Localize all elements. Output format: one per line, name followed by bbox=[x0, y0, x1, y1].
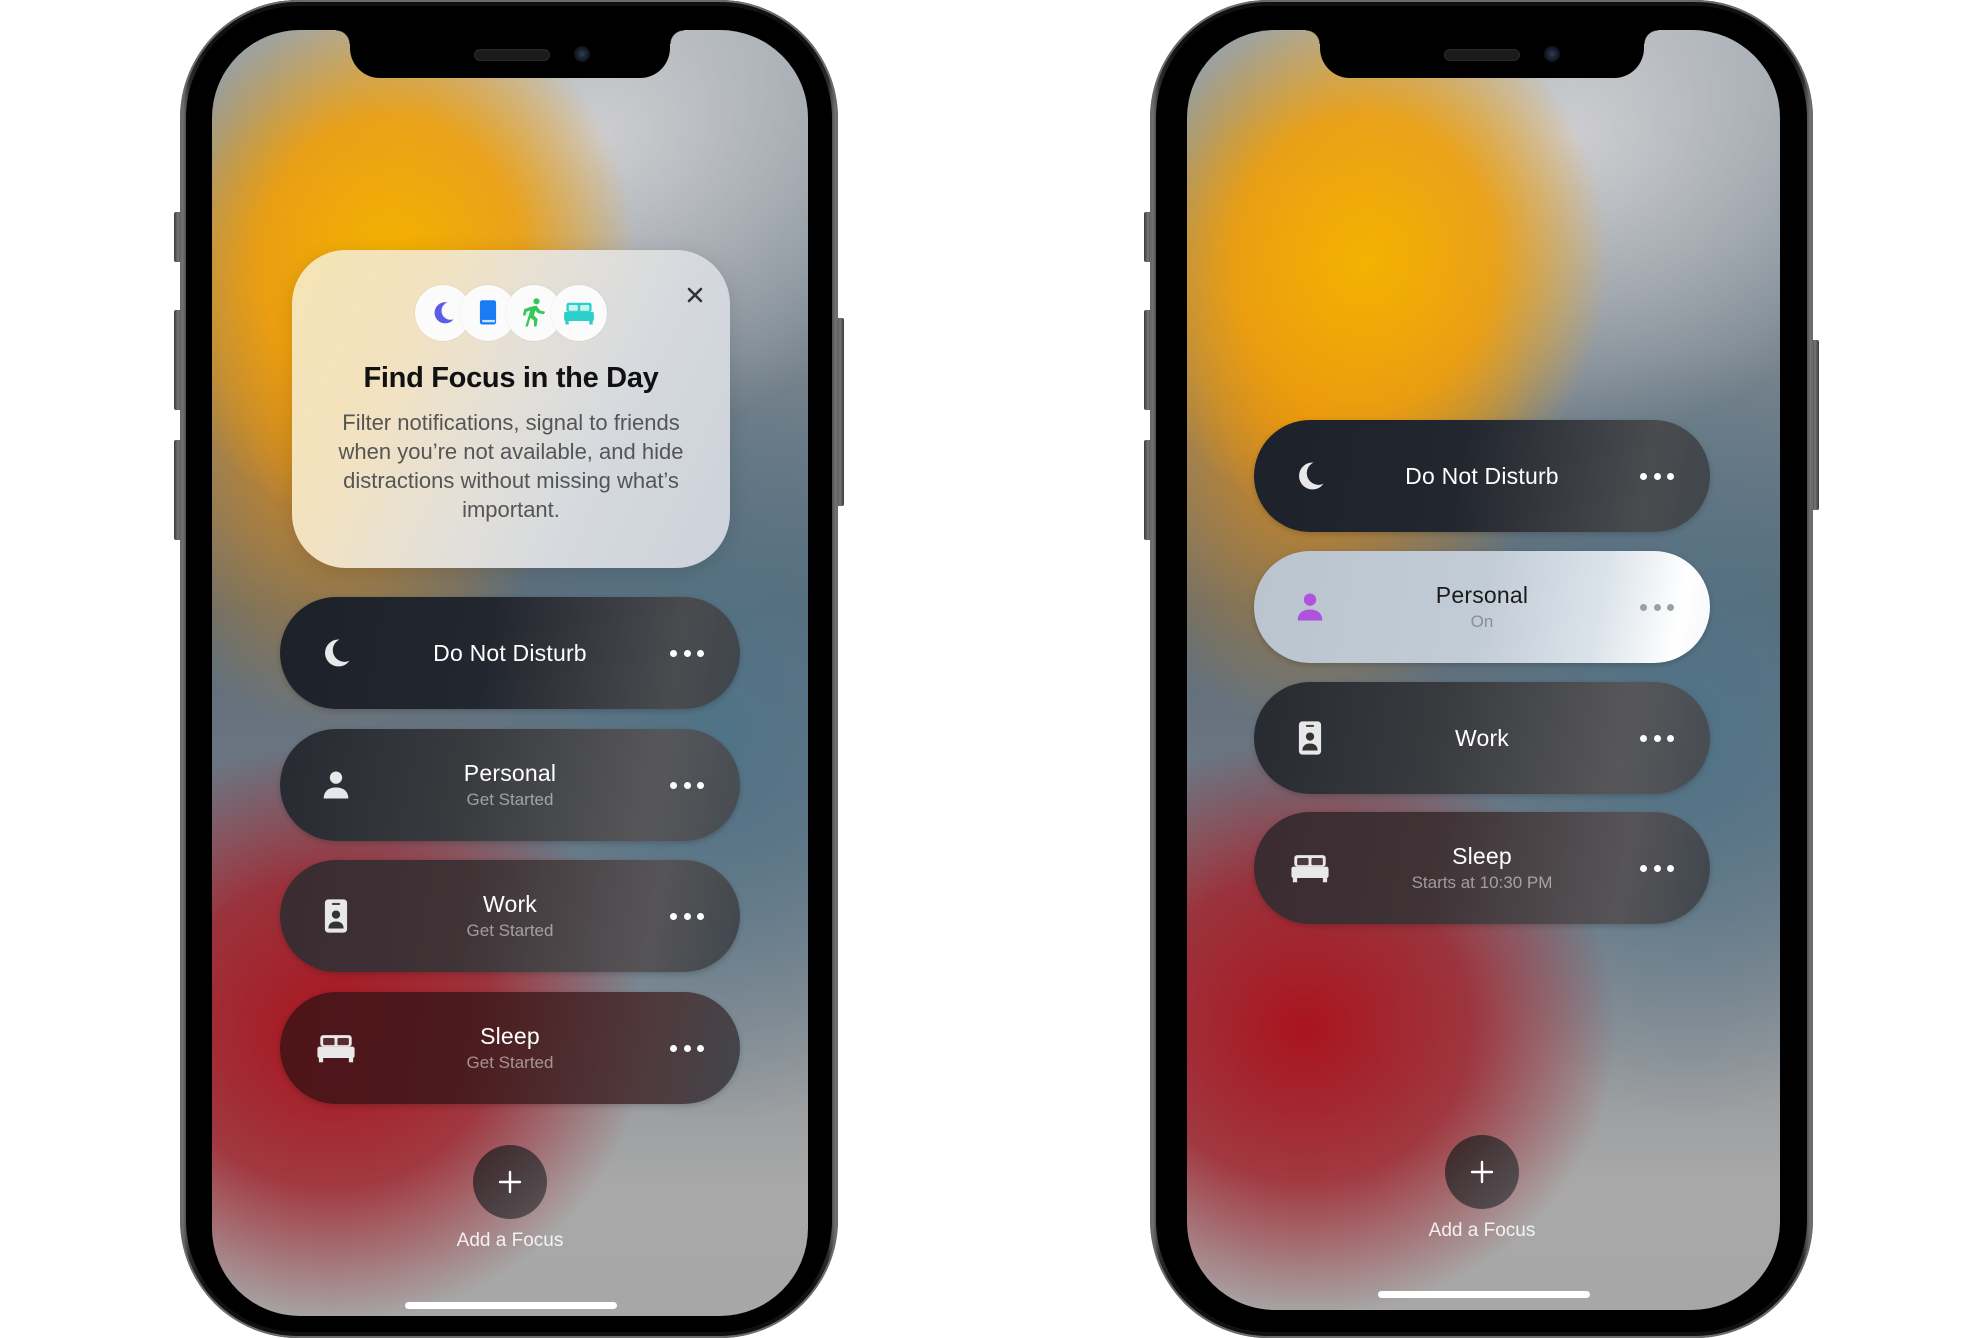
screen: Do Not Disturb Personal On Work Sleep St… bbox=[1187, 30, 1780, 1310]
focus-personal-active[interactable]: Personal On bbox=[1254, 551, 1710, 663]
intro-card: Find Focus in the Day Filter notificatio… bbox=[292, 250, 730, 568]
notch bbox=[1306, 30, 1658, 78]
ellipsis-icon[interactable] bbox=[670, 643, 704, 663]
bed-icon bbox=[551, 285, 607, 341]
person-icon bbox=[316, 765, 356, 805]
person-icon bbox=[1290, 587, 1330, 627]
ellipsis-icon[interactable] bbox=[1640, 466, 1674, 486]
right-phone: Do Not Disturb Personal On Work Sleep St… bbox=[1144, 0, 1819, 1338]
ellipsis-icon[interactable] bbox=[670, 775, 704, 795]
card-title: Find Focus in the Day bbox=[363, 362, 659, 394]
add-focus-label: Add a Focus bbox=[1428, 1220, 1536, 1241]
ellipsis-icon[interactable] bbox=[670, 1038, 704, 1058]
screen: Find Focus in the Day Filter notificatio… bbox=[212, 30, 808, 1316]
moon-icon bbox=[1290, 456, 1330, 496]
left-phone: Find Focus in the Day Filter notificatio… bbox=[174, 0, 844, 1338]
home-indicator[interactable] bbox=[405, 1302, 617, 1309]
front-camera bbox=[1544, 46, 1560, 62]
speaker-grille bbox=[474, 49, 550, 61]
plus-icon bbox=[1470, 1160, 1494, 1184]
bed-icon bbox=[1290, 848, 1330, 888]
speaker-grille bbox=[1444, 49, 1520, 61]
add-focus-button[interactable] bbox=[473, 1145, 547, 1219]
focus-work[interactable]: Work bbox=[1254, 682, 1710, 794]
close-icon[interactable] bbox=[684, 284, 706, 306]
plus-icon bbox=[498, 1170, 522, 1194]
home-indicator[interactable] bbox=[1378, 1291, 1590, 1298]
front-camera bbox=[574, 46, 590, 62]
add-focus-button[interactable] bbox=[1445, 1135, 1519, 1209]
id-badge-icon bbox=[316, 896, 356, 936]
focus-do-not-disturb[interactable]: Do Not Disturb bbox=[1254, 420, 1710, 532]
ellipsis-icon[interactable] bbox=[1640, 728, 1674, 748]
ellipsis-icon[interactable] bbox=[1640, 597, 1674, 617]
ellipsis-icon[interactable] bbox=[670, 906, 704, 926]
moon-icon bbox=[316, 633, 356, 673]
focus-personal[interactable]: Personal Get Started bbox=[280, 729, 740, 841]
focus-work[interactable]: Work Get Started bbox=[280, 860, 740, 972]
wallpaper bbox=[1187, 30, 1780, 1310]
bed-icon bbox=[316, 1028, 356, 1068]
id-badge-icon bbox=[1290, 718, 1330, 758]
add-focus-label: Add a Focus bbox=[456, 1230, 564, 1251]
card-description: Filter notifications, signal to friends … bbox=[338, 410, 684, 522]
focus-do-not-disturb[interactable]: Do Not Disturb bbox=[280, 597, 740, 709]
ellipsis-icon[interactable] bbox=[1640, 858, 1674, 878]
focus-sleep[interactable]: Sleep Get Started bbox=[280, 992, 740, 1104]
notch bbox=[336, 30, 684, 78]
focus-sleep[interactable]: Sleep Starts at 10:30 PM bbox=[1254, 812, 1710, 924]
focus-icons-row bbox=[415, 285, 607, 341]
